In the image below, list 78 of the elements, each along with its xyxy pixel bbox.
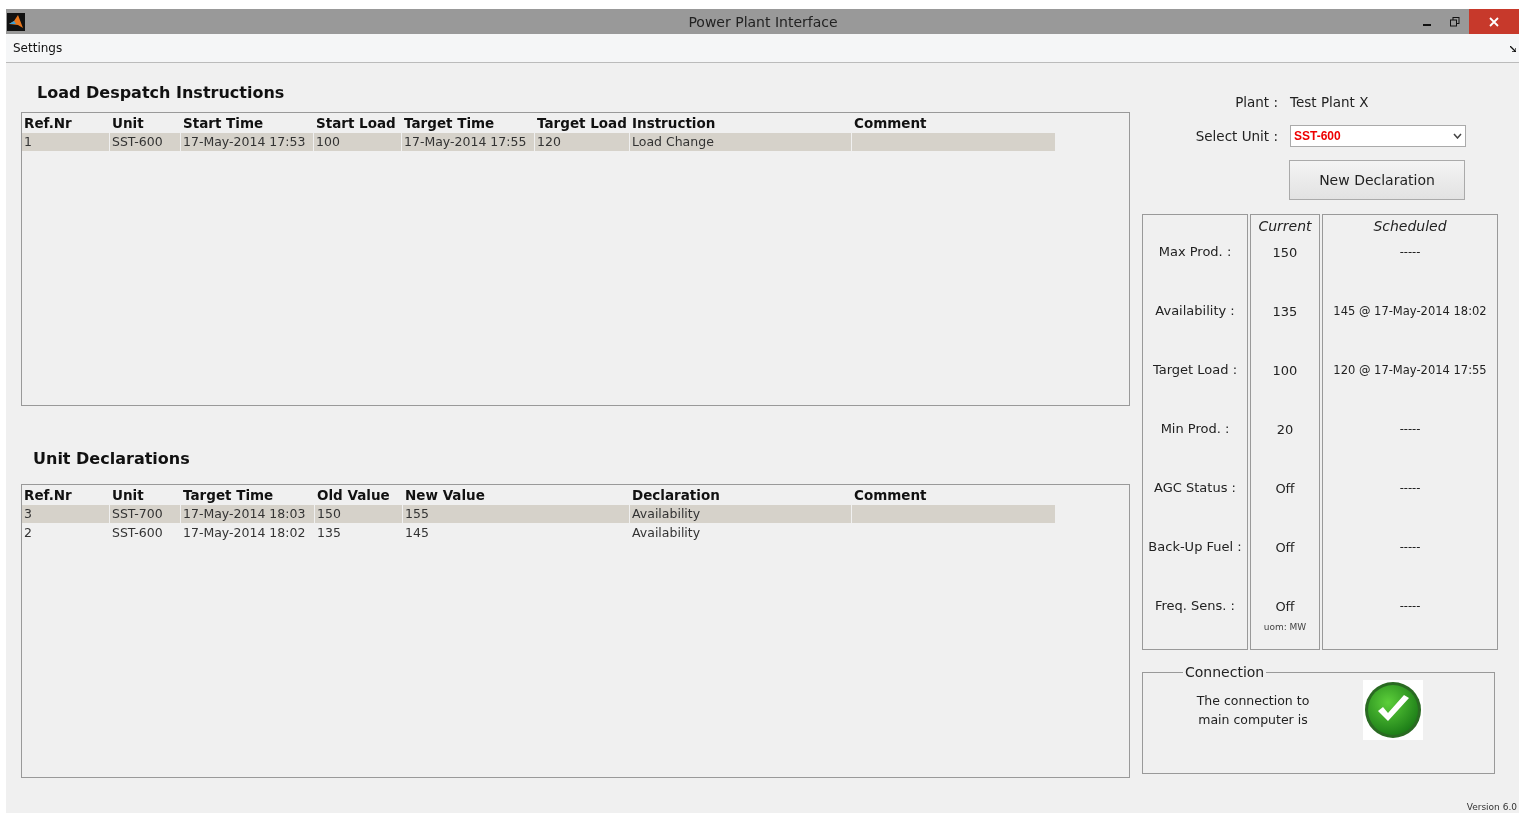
column-header: Unit: [111, 486, 145, 503]
unit-label: Select Unit :: [1194, 128, 1279, 144]
column-header: Ref.Nr: [23, 486, 73, 503]
status-label: Min Prod. :: [1160, 420, 1230, 438]
column-header: Unit: [111, 114, 145, 131]
table-cell[interactable]: 155: [403, 504, 629, 523]
status-label: AGC Status :: [1154, 479, 1236, 497]
status-label: Max Prod. :: [1158, 243, 1232, 261]
table-cell[interactable]: 17-May-2014 18:02: [181, 523, 314, 542]
unit-dropdown[interactable]: SST-600: [1290, 125, 1466, 147]
status-label: Back-Up Fuel :: [1148, 538, 1242, 556]
plant-name: Test Plant X: [1290, 94, 1369, 110]
scheduled-value: 120 @ 17-May-2014 17:55: [1333, 362, 1487, 379]
table-cell[interactable]: Availability: [630, 504, 851, 523]
table-cell[interactable]: 100: [314, 132, 401, 151]
status-label: Freq. Sens. :: [1155, 597, 1235, 615]
table-cell[interactable]: 3: [22, 504, 109, 523]
new-declaration-button[interactable]: New Declaration: [1289, 160, 1465, 200]
scheduled-value: -----: [1399, 539, 1421, 556]
minimize-icon: [1423, 23, 1431, 26]
current-value: 150: [1272, 244, 1298, 262]
column-header: Start Time: [182, 114, 265, 131]
column-header: Comment: [853, 486, 928, 503]
scheduled-value: -----: [1399, 480, 1421, 497]
table-cell[interactable]: 150: [315, 504, 402, 523]
window-title: Power Plant Interface: [687, 13, 839, 30]
status-label: Target Load :: [1152, 361, 1238, 379]
unit-note: uom: MW: [1263, 622, 1307, 632]
column-header: Scheduled: [1373, 217, 1447, 236]
plant-label: Plant :: [1234, 94, 1279, 110]
current-value: 100: [1272, 362, 1298, 380]
status-label: Availability :: [1155, 302, 1235, 320]
close-icon: [1489, 16, 1499, 27]
column-header: Instruction: [631, 114, 717, 131]
column-header: Comment: [853, 114, 928, 131]
table-cell[interactable]: 135: [315, 523, 402, 542]
chevron-down-icon: [1453, 133, 1462, 139]
restore-icon: [1450, 16, 1460, 27]
table-cell[interactable]: 2: [22, 523, 109, 542]
table-cell[interactable]: [852, 132, 1055, 151]
column-header: New Value: [404, 486, 486, 503]
app-logo-icon: [7, 12, 25, 31]
scheduled-value: -----: [1399, 421, 1421, 438]
version-label: Version 6.0: [1465, 802, 1518, 813]
panel-title: Connection: [1184, 664, 1266, 680]
scheduled-value: -----: [1399, 244, 1421, 261]
column-header: Target Time: [403, 114, 496, 131]
scheduled-value: 145 @ 17-May-2014 18:02: [1333, 303, 1487, 320]
section-title: Load Despatch Instructions: [36, 82, 286, 104]
arrow-icon: [1510, 46, 1516, 52]
table-cell[interactable]: SST-600: [110, 523, 180, 542]
column-header: Ref.Nr: [23, 114, 73, 131]
menu-item[interactable]: Settings: [13, 41, 63, 55]
scheduled-value: -----: [1399, 598, 1421, 615]
column-header: Start Load: [315, 114, 397, 131]
current-value: 135: [1272, 303, 1298, 321]
table-cell[interactable]: Load Change: [630, 132, 851, 151]
column-header: Current: [1258, 217, 1312, 236]
table-cell[interactable]: 17-May-2014 17:53: [181, 132, 313, 151]
current-value: 20: [1276, 421, 1294, 439]
table-cell[interactable]: 120: [535, 132, 629, 151]
connection-message: The connection to main computer is: [1195, 692, 1311, 729]
table-cell[interactable]: SST-600: [110, 132, 180, 151]
table-cell[interactable]: SST-700: [110, 504, 180, 523]
column-header: Old Value: [316, 486, 391, 503]
table-cell[interactable]: 145: [403, 523, 629, 542]
table-cell[interactable]: 17-May-2014 18:03: [181, 504, 314, 523]
current-value: Off: [1275, 480, 1295, 498]
section-title: Unit Declarations: [32, 448, 191, 470]
table-cell[interactable]: 17-May-2014 17:55: [402, 132, 534, 151]
table-cell[interactable]: Availability: [630, 523, 851, 542]
column-header: Target Load: [536, 114, 628, 131]
current-value: Off: [1275, 539, 1295, 557]
column-header: Declaration: [631, 486, 721, 503]
table-cell[interactable]: 1: [22, 132, 109, 151]
table-cell[interactable]: [852, 504, 1055, 523]
column-header: Target Time: [182, 486, 275, 503]
close-button[interactable]: [1469, 9, 1519, 34]
